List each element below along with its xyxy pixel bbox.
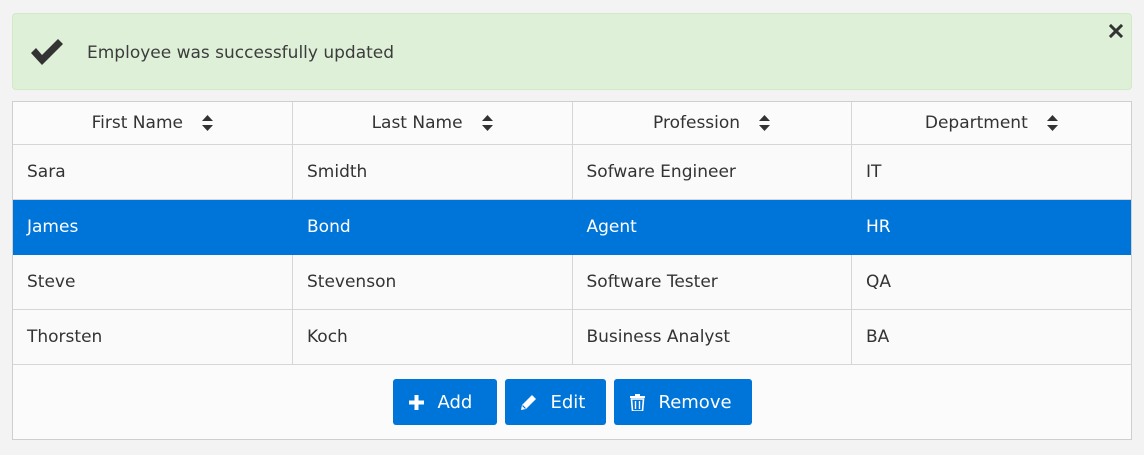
employee-grid: First Name Last Name Profession Departme… [12,101,1132,440]
table-row[interactable]: Steve Stevenson Software Tester QA [13,254,1131,310]
remove-button-label: Remove [658,391,732,413]
cell-profession: Software Tester [571,254,852,310]
table-row-selected[interactable]: James Bond Agent HR [13,199,1131,255]
check-icon [31,39,63,65]
column-header-last-name[interactable]: Last Name [292,102,573,145]
employee-table: First Name Last Name Profession Departme… [13,102,1131,365]
cell-profession: Business Analyst [571,309,852,365]
cell-last-name: Stevenson [292,254,573,310]
cell-first-name: James [13,199,293,255]
sort-icon [481,115,493,131]
table-row[interactable]: Thorsten Koch Business Analyst BA [13,309,1131,365]
column-header-profession[interactable]: Profession [571,102,852,145]
remove-button[interactable]: Remove [613,379,752,425]
alert-message: Employee was successfully updated [87,43,395,63]
pencil-icon [520,394,536,410]
cell-last-name: Koch [292,309,573,365]
close-icon[interactable] [1109,24,1123,38]
grid-toolbar: Add Edit Remove [13,379,1131,425]
add-button[interactable]: Add [392,379,497,425]
plus-icon [408,394,424,410]
column-header-department[interactable]: Department [851,102,1131,145]
cell-first-name: Thorsten [13,309,293,365]
cell-first-name: Sara [13,144,293,200]
cell-last-name: Bond [292,199,573,255]
trash-icon [629,393,645,411]
cell-department: HR [851,199,1131,255]
column-header-label: Department [924,113,1028,133]
cell-profession: Agent [571,199,852,255]
sort-icon [1047,115,1059,131]
cell-profession: Sofware Engineer [571,144,852,200]
column-header-first-name[interactable]: First Name [13,102,293,145]
success-alert: Employee was successfully updated [12,13,1132,90]
sort-icon [202,115,214,131]
cell-first-name: Steve [13,254,293,310]
add-button-label: Add [437,391,473,413]
cell-department: QA [851,254,1131,310]
sort-icon [759,115,771,131]
header-row: First Name Last Name Profession Departme… [13,102,1131,145]
edit-button[interactable]: Edit [504,379,606,425]
column-header-label: Last Name [371,113,463,133]
cell-department: BA [851,309,1131,365]
table-row[interactable]: Sara Smidth Sofware Engineer IT [13,144,1131,200]
cell-department: IT [851,144,1131,200]
cell-last-name: Smidth [292,144,573,200]
column-header-label: First Name [91,113,183,133]
column-header-label: Profession [653,113,741,133]
edit-button-label: Edit [550,391,586,413]
